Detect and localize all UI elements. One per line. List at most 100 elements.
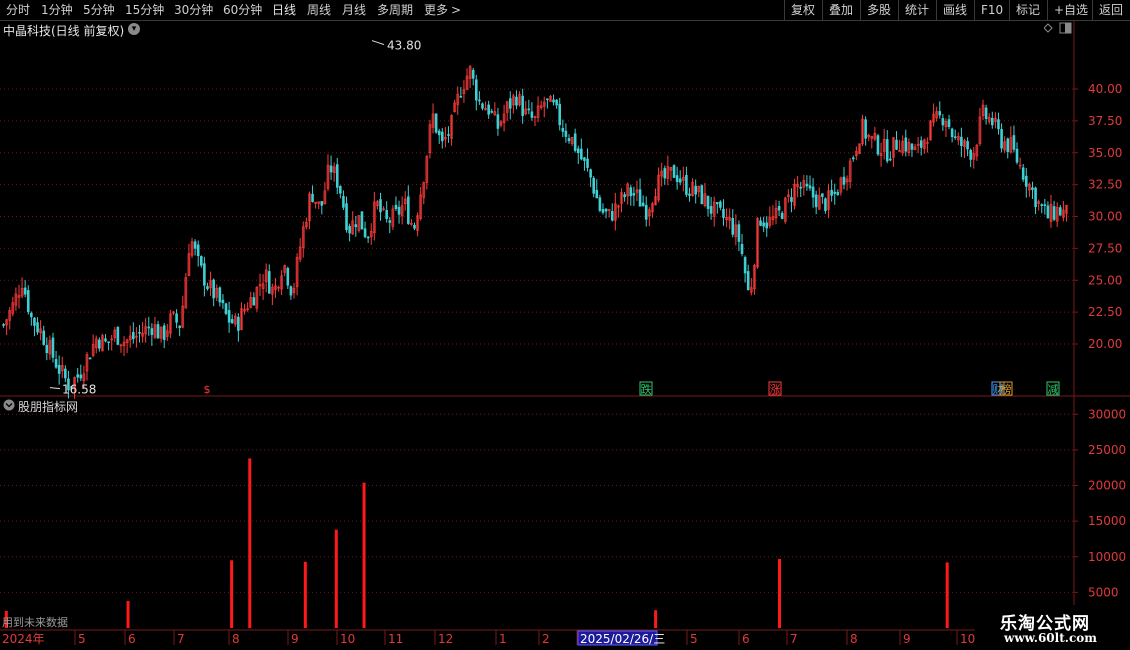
candle-body [1006,138,1010,152]
time-tick-label: 9 [903,632,911,646]
candle-body [45,344,49,354]
time-tick-label: 7 [790,632,798,646]
candle-body [487,104,490,115]
candle-body [722,208,725,218]
candle-body [759,220,762,226]
candle-body [54,359,58,368]
candle-body [1052,206,1056,220]
candle-body [583,157,586,161]
time-tick-label: 6 [128,632,136,646]
candle-body [672,165,676,178]
candle-body [777,205,781,211]
candle-body [289,286,293,296]
time-tick-label: 11 [388,632,403,646]
candle-body [138,332,141,334]
candle-body [573,133,577,151]
candle-body [42,330,46,345]
candle-body [561,128,565,132]
indicator-bar [945,562,949,628]
chart-canvas[interactable]: 20.00 22.50 25.00 27.50 30.00 32.50 35.00 37.50… [0,0,1130,650]
high-marker [371,40,385,46]
candle-body [836,192,840,195]
candle-body [953,136,957,139]
candle-body [765,222,769,229]
candle-body [1058,207,1062,216]
candle-body [397,206,401,215]
candle-body [2,324,5,326]
candle-body [88,357,92,360]
time-tick-label: 5 [690,632,698,646]
candle-body [966,141,969,150]
price-tick-label: 40.00 [1088,82,1122,96]
candle-body [552,99,555,103]
candle-body [790,197,793,202]
candle-body [107,341,110,344]
indicator-tick-label: 15000 [1088,514,1126,528]
candle-body [558,103,562,126]
candle-body [30,312,33,318]
candle-body [808,185,812,189]
candle-body [218,287,222,303]
candle-body [737,224,741,242]
candle-body [1015,148,1019,163]
candle-body [1046,205,1050,219]
candle-body [342,196,345,208]
candle-body [1000,129,1003,149]
candle-body [1012,135,1016,150]
candle-body [199,256,203,266]
candle-body [193,241,197,249]
candle-body [938,111,942,116]
indicator-bar [334,529,338,628]
candle-body [407,196,410,224]
candle-body [799,186,803,189]
candle-body [515,96,518,106]
indicator-tick-label: 30000 [1088,407,1126,421]
candle-body [441,131,444,142]
candle-body [481,103,484,109]
time-tick-label: 6 [742,632,750,646]
price-tick-label: 35.00 [1088,146,1122,160]
candle-body [694,185,697,195]
logo-url: www.60lt.com [1004,631,1097,645]
candle-body [1043,204,1047,206]
candle-body [360,211,364,230]
candle-body [851,157,855,160]
candle-body [474,79,478,101]
candle-body [237,316,240,331]
time-tick-label: 5 [78,632,86,646]
signal-label: 榜 [1001,382,1012,396]
candle-body [919,140,923,148]
candle-body [969,149,972,160]
candle-body [580,148,583,160]
high-price-label: 43.80 [387,39,421,53]
candle-body [162,325,166,340]
price-tick-label: 25.00 [1088,273,1122,287]
candle-body [196,244,200,257]
candle-body [79,374,83,379]
candle-body [700,185,704,205]
candle-body [990,117,994,126]
candle-body [814,194,818,208]
candle-body [997,119,1000,130]
candle-body [629,187,633,197]
candle-body [527,108,531,111]
candle-body [632,193,636,196]
candle-body [1040,204,1044,207]
candle-body [379,199,382,213]
candle-body [1024,175,1028,187]
candle-body [363,228,367,238]
time-tick-label: 8 [850,632,858,646]
candle-body [743,257,747,274]
signal-label: 涨 [770,383,781,396]
candle-body [366,236,370,239]
candle-body [821,193,824,197]
candle-body [780,212,784,219]
candle-body [98,339,101,349]
candle-body [576,148,580,154]
time-tick-label: 2025/02/26/三 [580,632,665,646]
candle-body [252,297,256,306]
candle-body [490,111,494,113]
time-tick-label: 9 [291,632,299,646]
candle-body [731,217,735,235]
low-price-label: 16.58 [62,383,96,397]
